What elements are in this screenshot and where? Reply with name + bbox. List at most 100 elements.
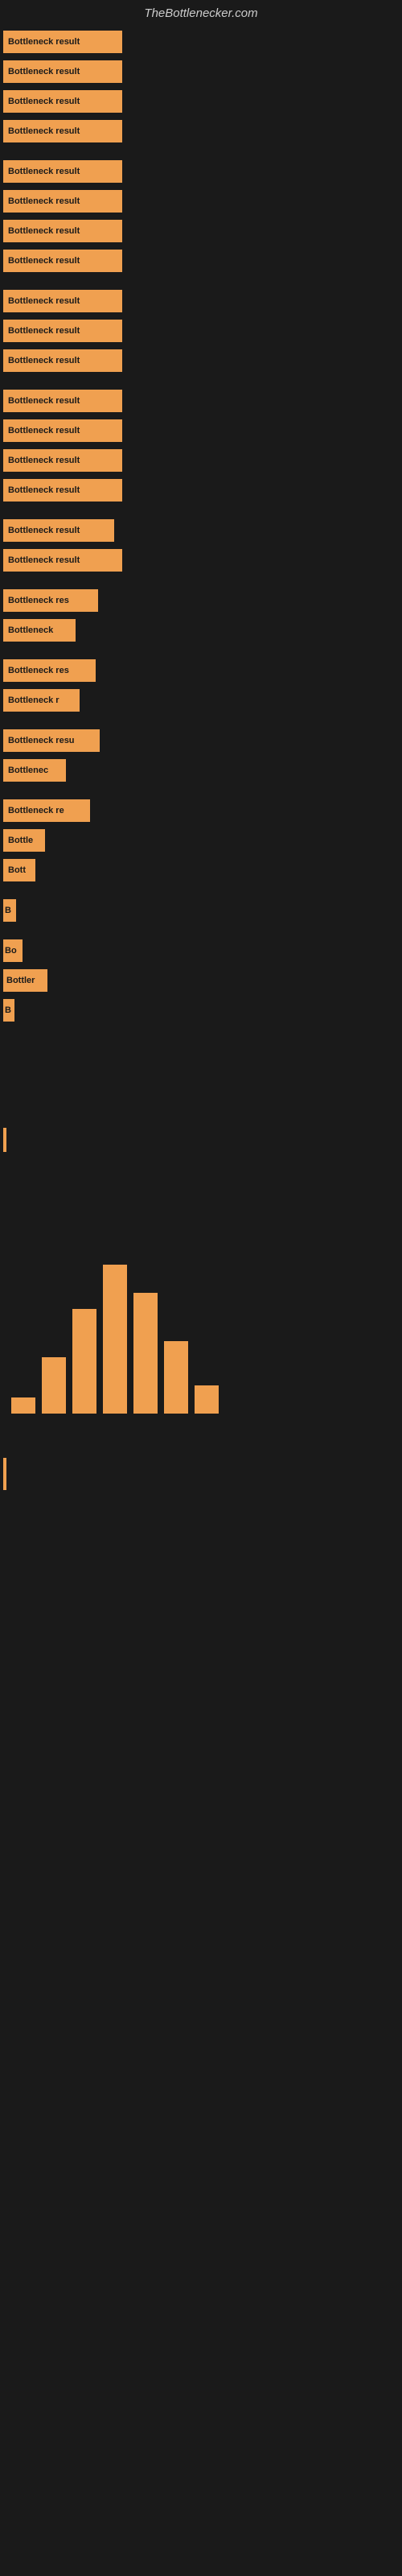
bar-label: Bottleneck result [8, 456, 80, 465]
bar-row: B [3, 898, 399, 923]
bar-label: Bottleneck result [8, 37, 80, 47]
bar-label: Bottleneck result [8, 426, 80, 436]
vertical-indicator [3, 1128, 399, 1152]
bottleneck-bar: Bottleneck result [3, 419, 122, 442]
bar-row: Bottleneck result [3, 388, 399, 414]
bottom-indicator [3, 1458, 399, 1490]
bottleneck-bar: B [3, 899, 16, 922]
bottleneck-bar: Bottleneck res [3, 659, 96, 682]
bottleneck-bar: Bottlenec [3, 759, 66, 782]
bar-label: Bottleneck result [8, 226, 80, 236]
bottleneck-bar: Bo [3, 939, 23, 962]
bar-row: Bottleneck result [3, 89, 399, 114]
bar-label: Bottleneck resu [8, 736, 75, 745]
v-bar-5 [133, 1293, 158, 1414]
bar-label: Bottleneck result [8, 126, 80, 136]
bar-label: Bottleneck result [8, 256, 80, 266]
bottleneck-bar: Bottle [3, 829, 45, 852]
page-wrapper: TheBottlenecker.com Bottleneck result Bo… [0, 0, 402, 2576]
bar-label: B [5, 906, 11, 915]
bottleneck-bar: Bott [3, 859, 35, 881]
bar-label: Bottleneck result [8, 526, 80, 535]
bottleneck-bar: Bottleneck res [3, 589, 98, 612]
bar-label: Bottleneck res [8, 596, 69, 605]
bar-row: Bottleneck result [3, 188, 399, 214]
bar-row: Bottleneck result [3, 248, 399, 274]
bottom-chart [3, 1253, 399, 1414]
bar-row: Bottleneck re [3, 798, 399, 824]
bottleneck-bar: Bottleneck result [3, 60, 122, 83]
bar-row: Bottleneck result [3, 348, 399, 374]
bars-container: Bottleneck result Bottleneck result Bott… [0, 23, 402, 1496]
bar-label: Bo [5, 946, 17, 956]
v-bar-2 [42, 1357, 66, 1414]
bar-row: Bottleneck result [3, 218, 399, 244]
bar-label: Bottleneck result [8, 167, 80, 176]
bottleneck-bar: Bottleneck result [3, 31, 122, 53]
bar-label: Bott [8, 865, 26, 875]
bar-label: Bottleneck result [8, 97, 80, 106]
bar-row: Bottleneck result [3, 477, 399, 503]
bar-row: Bo [3, 938, 399, 964]
bottleneck-bar: Bottleneck result [3, 549, 122, 572]
bottleneck-bar: Bottleneck result [3, 390, 122, 412]
bar-label: Bottleneck result [8, 356, 80, 365]
bar-label: Bottleneck result [8, 555, 80, 565]
bottleneck-bar: Bottleneck [3, 619, 76, 642]
bar-row: Bottleneck result [3, 418, 399, 444]
bottleneck-bar: Bottleneck r [3, 689, 80, 712]
bottleneck-bar: Bottler [3, 969, 47, 992]
bar-label: Bottleneck result [8, 296, 80, 306]
v-bar-7 [195, 1385, 219, 1414]
bar-label: Bottleneck result [8, 196, 80, 206]
bar-label: Bottler [6, 976, 35, 985]
bottleneck-bar: Bottleneck result [3, 220, 122, 242]
bar-row: Bottleneck res [3, 658, 399, 683]
bar-label: Bottleneck res [8, 666, 69, 675]
bar-row: Bottlenec [3, 758, 399, 783]
bottleneck-bar: Bottleneck result [3, 290, 122, 312]
bar-row: Bottleneck result [3, 159, 399, 184]
bar-label: B [5, 1005, 11, 1015]
bar-row: Bottleneck result [3, 318, 399, 344]
bottleneck-bar: Bottleneck result [3, 449, 122, 472]
bottleneck-bar: Bottleneck result [3, 479, 122, 502]
bar-label: Bottleneck re [8, 806, 64, 815]
bar-row: Bottleneck res [3, 588, 399, 613]
bar-label: Bottle [8, 836, 33, 845]
bottleneck-bar: Bottleneck result [3, 190, 122, 213]
bar-label: Bottleneck result [8, 326, 80, 336]
bar-row: Bottleneck result [3, 29, 399, 55]
bar-row: Bottleneck result [3, 547, 399, 573]
bottleneck-bar: Bottleneck result [3, 160, 122, 183]
bottleneck-bar: Bottleneck result [3, 120, 122, 142]
bottleneck-bar: Bottleneck resu [3, 729, 100, 752]
bar-label: Bottleneck result [8, 67, 80, 76]
bottleneck-bar: Bottleneck result [3, 250, 122, 272]
bar-row: Bottle [3, 828, 399, 853]
bottleneck-bar: Bottleneck re [3, 799, 90, 822]
site-title: TheBottlenecker.com [0, 0, 402, 23]
bottleneck-bar: Bottleneck result [3, 519, 114, 542]
bar-row: Bottleneck r [3, 687, 399, 713]
bar-row: Bottleneck [3, 617, 399, 643]
bar-label: Bottleneck result [8, 396, 80, 406]
bar-label: Bottlenec [8, 766, 48, 775]
bar-row: Bottleneck result [3, 518, 399, 543]
bar-row: Bottleneck resu [3, 728, 399, 753]
bottleneck-bar: Bottleneck result [3, 320, 122, 342]
v-bar-1 [11, 1397, 35, 1414]
bottleneck-bar: Bottleneck result [3, 349, 122, 372]
v-bar-6 [164, 1341, 188, 1414]
bar-row: Bottleneck result [3, 288, 399, 314]
v-bar-3 [72, 1309, 96, 1414]
bottleneck-bar: B [3, 999, 14, 1022]
bar-row: Bottleneck result [3, 59, 399, 85]
bottleneck-bar: Bottleneck result [3, 90, 122, 113]
bar-label: Bottleneck result [8, 485, 80, 495]
bar-row: Bottleneck result [3, 118, 399, 144]
bar-row: B [3, 997, 399, 1023]
bar-row: Bott [3, 857, 399, 883]
v-bar-4 [103, 1265, 127, 1414]
bar-row: Bottleneck result [3, 448, 399, 473]
